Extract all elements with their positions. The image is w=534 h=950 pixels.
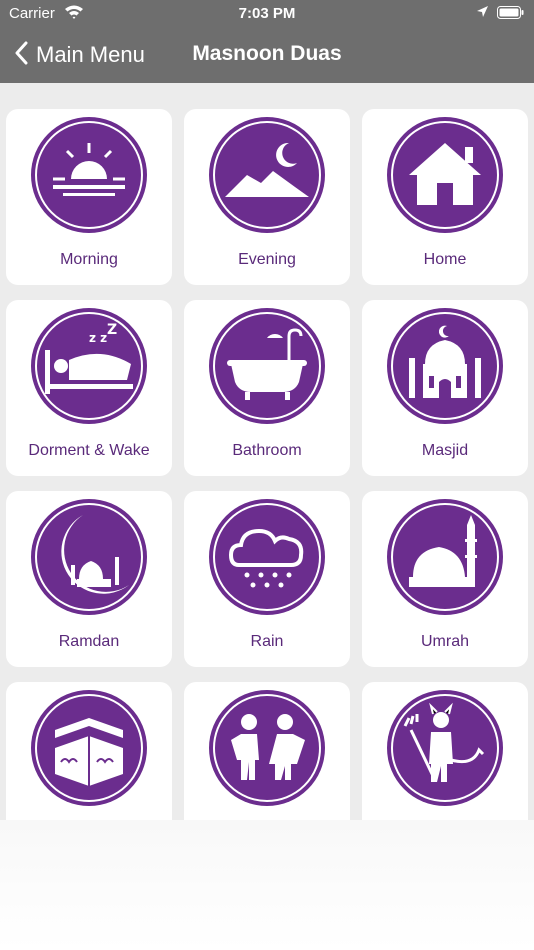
dua-tile[interactable]: Umrah [362, 491, 528, 667]
dua-tile-label: Rain [250, 633, 284, 650]
dome-minaret-icon [387, 499, 503, 615]
dua-tile-label: Ramdan [58, 633, 120, 650]
rain-cloud-icon [209, 499, 325, 615]
dua-tile[interactable] [6, 682, 172, 820]
dua-category-grid: Morning Evening Home z z Z Dorment & Wake Bath… [0, 83, 534, 820]
dua-tile[interactable]: Masjid [362, 300, 528, 476]
sunrise-icon [31, 117, 147, 233]
bathtub-icon [209, 308, 325, 424]
children-icon [209, 690, 325, 806]
moon-mountain-icon [209, 117, 325, 233]
dua-tile[interactable]: Evening [184, 109, 350, 285]
page-title: Masnoon Duas [192, 42, 342, 65]
devil-pitchfork-icon [387, 690, 503, 806]
sleeping-bed-icon: z zZ [31, 308, 147, 424]
dua-tile[interactable]: Rain [184, 491, 350, 667]
dua-tile-label: Morning [60, 251, 118, 268]
dua-tile[interactable]: Morning [6, 109, 172, 285]
dua-tile[interactable]: z z Z Dorment & Wake [6, 300, 172, 476]
house-icon [387, 117, 503, 233]
dua-tile[interactable]: Ramdan [6, 491, 172, 667]
battery-icon [497, 6, 524, 19]
dua-tile-label: Bathroom [232, 442, 302, 459]
dua-tile-label: Masjid [421, 442, 469, 459]
bottom-area [0, 820, 534, 950]
svg-text:Z: Z [107, 322, 117, 338]
svg-text:z z: z z [89, 331, 107, 345]
mosque-icon [387, 308, 503, 424]
dua-tile[interactable]: Bathroom [184, 300, 350, 476]
dua-tile-label: Dorment & Wake [28, 442, 150, 459]
status-bar: Carrier 7:03 PM [0, 0, 534, 28]
crescent-mosque-icon [31, 499, 147, 615]
location-arrow-icon [476, 5, 489, 22]
dua-tile-label: Umrah [420, 633, 469, 650]
dua-tile-label: Evening [238, 251, 296, 268]
dua-tile[interactable]: Home [362, 109, 528, 285]
clock: 7:03 PM [238, 5, 296, 22]
dua-tile-label: Home [423, 251, 467, 268]
dua-tile[interactable] [184, 682, 350, 820]
dua-tile[interactable] [362, 682, 528, 820]
navigation-bar: Main Menu Masnoon Duas [0, 30, 534, 80]
header: Carrier 7:03 PM Main Menu Masnoon Duas [0, 0, 534, 83]
kaaba-icon [31, 690, 147, 806]
